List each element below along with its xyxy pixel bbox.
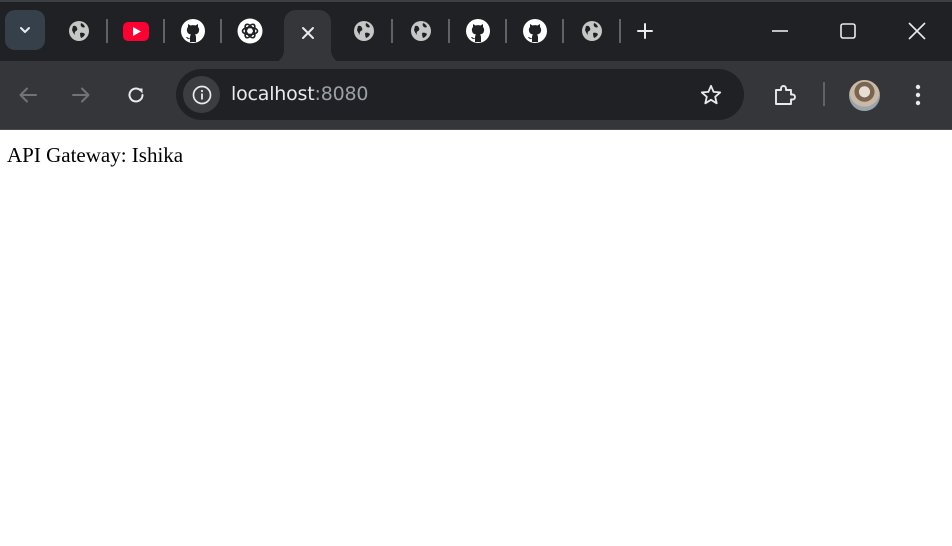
menu-button[interactable] bbox=[901, 78, 935, 112]
tab-search-button[interactable] bbox=[5, 10, 45, 50]
tab-strip bbox=[0, 0, 952, 63]
tab-separator bbox=[619, 19, 621, 43]
maximize-icon bbox=[840, 23, 856, 39]
close-window-button[interactable] bbox=[894, 8, 940, 54]
maximize-button[interactable] bbox=[825, 8, 871, 54]
tab-globe-3[interactable] bbox=[399, 12, 443, 50]
browser-toolbar: localhost:8080 bbox=[0, 61, 952, 130]
tab-separator bbox=[448, 19, 450, 43]
github-icon bbox=[181, 19, 205, 43]
profile-avatar[interactable] bbox=[849, 80, 880, 111]
globe-icon bbox=[69, 21, 89, 41]
new-tab-button[interactable] bbox=[630, 16, 660, 46]
tab-separator bbox=[391, 19, 393, 43]
globe-icon bbox=[354, 21, 374, 41]
close-icon bbox=[908, 22, 926, 40]
site-info-button[interactable] bbox=[183, 76, 220, 113]
tab-active[interactable] bbox=[272, 10, 343, 63]
github-icon bbox=[523, 19, 547, 43]
page-text: API Gateway: Ishika bbox=[7, 143, 184, 167]
tab-github-3[interactable] bbox=[513, 12, 557, 50]
tab-globe-2[interactable] bbox=[342, 12, 386, 50]
reload-button[interactable] bbox=[119, 78, 153, 112]
address-host: localhost bbox=[231, 83, 315, 105]
tab-separator bbox=[163, 19, 165, 43]
tab-github-2[interactable] bbox=[456, 12, 500, 50]
tab-github-1[interactable] bbox=[171, 12, 215, 50]
address-port: :8080 bbox=[314, 83, 369, 105]
arrow-right-icon bbox=[72, 87, 90, 103]
back-button[interactable] bbox=[11, 78, 45, 112]
github-icon bbox=[466, 19, 490, 43]
minimize-icon bbox=[772, 30, 788, 32]
tab-separator bbox=[505, 19, 507, 43]
tab-globe-4[interactable] bbox=[570, 12, 614, 50]
tab-separator bbox=[220, 19, 222, 43]
star-icon bbox=[700, 84, 722, 105]
tab-separator bbox=[562, 19, 564, 43]
globe-icon bbox=[411, 21, 431, 41]
youtube-icon bbox=[123, 21, 149, 41]
minimize-button[interactable] bbox=[757, 8, 803, 54]
puzzle-icon bbox=[775, 85, 796, 105]
chevron-down-icon bbox=[20, 27, 30, 33]
info-icon bbox=[192, 85, 211, 104]
toolbar-separator bbox=[823, 82, 825, 106]
extensions-button[interactable] bbox=[768, 78, 802, 112]
address-text[interactable]: localhost:8080 bbox=[231, 83, 368, 105]
arrow-left-icon bbox=[19, 87, 37, 103]
globe-icon bbox=[582, 21, 602, 41]
more-vertical-icon bbox=[915, 84, 921, 106]
tab-globe-1[interactable] bbox=[57, 12, 101, 50]
tab-youtube[interactable] bbox=[114, 12, 158, 50]
close-icon[interactable] bbox=[301, 26, 315, 40]
tab-chatgpt[interactable] bbox=[228, 12, 272, 50]
forward-button[interactable] bbox=[64, 78, 98, 112]
reload-icon bbox=[128, 87, 144, 103]
bookmark-button[interactable] bbox=[696, 80, 726, 110]
tab-separator bbox=[106, 19, 108, 43]
plus-icon bbox=[637, 23, 653, 39]
chatgpt-icon bbox=[237, 18, 263, 44]
address-bar[interactable]: localhost:8080 bbox=[176, 69, 744, 120]
page-content: API Gateway: Ishika bbox=[0, 131, 952, 546]
